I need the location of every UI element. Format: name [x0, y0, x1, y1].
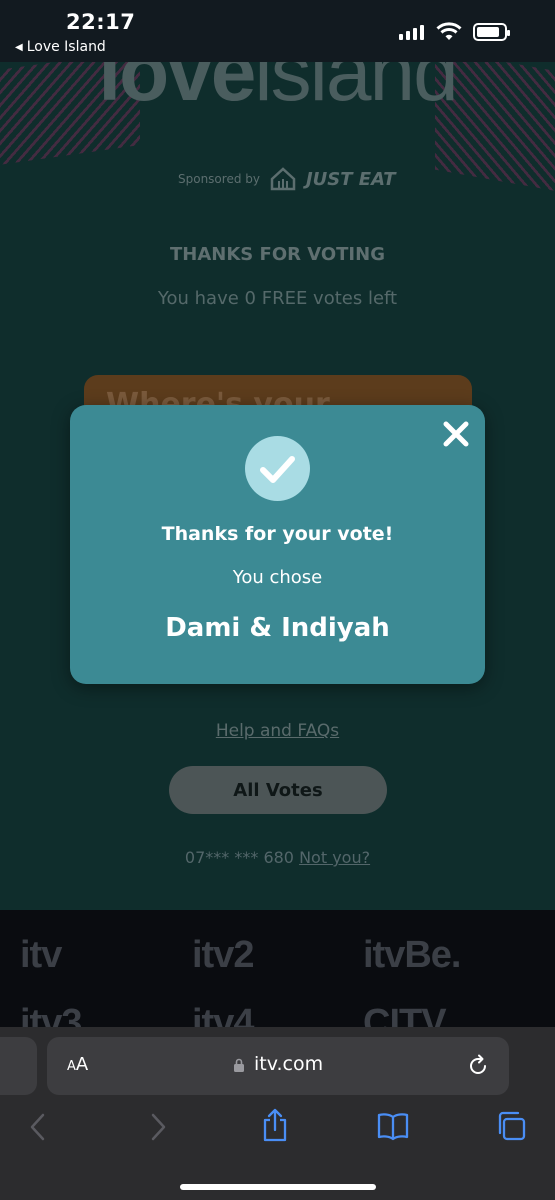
back-to-app-link[interactable]: ◀ Love Island: [15, 39, 106, 55]
just-eat-house-icon: [270, 167, 296, 191]
logo-word-love: love: [98, 62, 256, 118]
love-island-logo: loveisland: [0, 62, 555, 114]
thanks-for-voting-heading: THANKS FOR VOTING: [170, 244, 385, 265]
tabs-icon[interactable]: [496, 1111, 526, 1141]
reload-icon[interactable]: [465, 1053, 491, 1079]
checkmark-icon: [245, 436, 310, 501]
sponsor-label: Sponsored by: [178, 172, 260, 186]
lock-icon: [234, 1058, 244, 1072]
bookmarks-icon[interactable]: [376, 1111, 410, 1141]
forward-chevron-icon[interactable]: [148, 1111, 168, 1143]
logo-word-island: island: [254, 62, 458, 118]
itv2-logo[interactable]: itv2: [192, 934, 254, 977]
back-triangle-icon: ◀: [15, 41, 23, 53]
close-icon[interactable]: [441, 419, 471, 449]
cellular-signal-icon: [399, 25, 424, 40]
sponsor-name: JUST EAT: [305, 168, 396, 190]
chosen-couple-name: Dami & Indiyah: [165, 613, 390, 643]
modal-title: Thanks for your vote!: [161, 523, 394, 545]
help-faqs-link[interactable]: Help and FAQs: [0, 721, 555, 741]
free-votes-text: You have 0 FREE votes left: [157, 288, 398, 309]
all-votes-button[interactable]: All Votes: [169, 766, 387, 814]
itv4-logo[interactable]: itv4: [192, 1002, 254, 1030]
url-text: itv.com: [254, 1053, 324, 1075]
modal-subtitle: You chose: [232, 567, 323, 588]
masked-phone-number: 07*** *** 680: [184, 848, 294, 867]
previous-tab-preview[interactable]: [0, 1037, 37, 1095]
battery-icon: [473, 23, 510, 41]
itv-logo[interactable]: itv: [20, 934, 62, 977]
back-app-label: Love Island: [26, 39, 106, 55]
itvbe-logo[interactable]: itvBe.: [363, 934, 461, 977]
not-you-link[interactable]: Not you?: [299, 848, 370, 867]
vote-confirmation-modal: Thanks for your vote! You chose Dami & I…: [70, 405, 485, 684]
citv-logo[interactable]: CITV: [363, 1002, 447, 1030]
back-chevron-icon[interactable]: [28, 1111, 48, 1143]
account-phone-line: 07*** *** 680 Not you?: [0, 848, 555, 867]
text-size-button[interactable]: AA: [67, 1054, 88, 1075]
address-bar[interactable]: AA itv.com: [47, 1037, 509, 1095]
status-bar: 22:17 ◀ Love Island: [0, 0, 555, 62]
status-time: 22:17: [66, 10, 136, 34]
wifi-icon: [436, 22, 462, 40]
channel-logos-footer: itv itv2 itvBe. itv3 itv4 CITV: [0, 910, 555, 1030]
home-indicator: [180, 1184, 376, 1190]
share-icon[interactable]: [261, 1107, 289, 1143]
sponsor-block: Sponsored by JUST EAT: [178, 167, 396, 191]
itv3-logo[interactable]: itv3: [20, 1002, 82, 1030]
safari-toolbar: AA itv.com: [0, 1027, 555, 1200]
